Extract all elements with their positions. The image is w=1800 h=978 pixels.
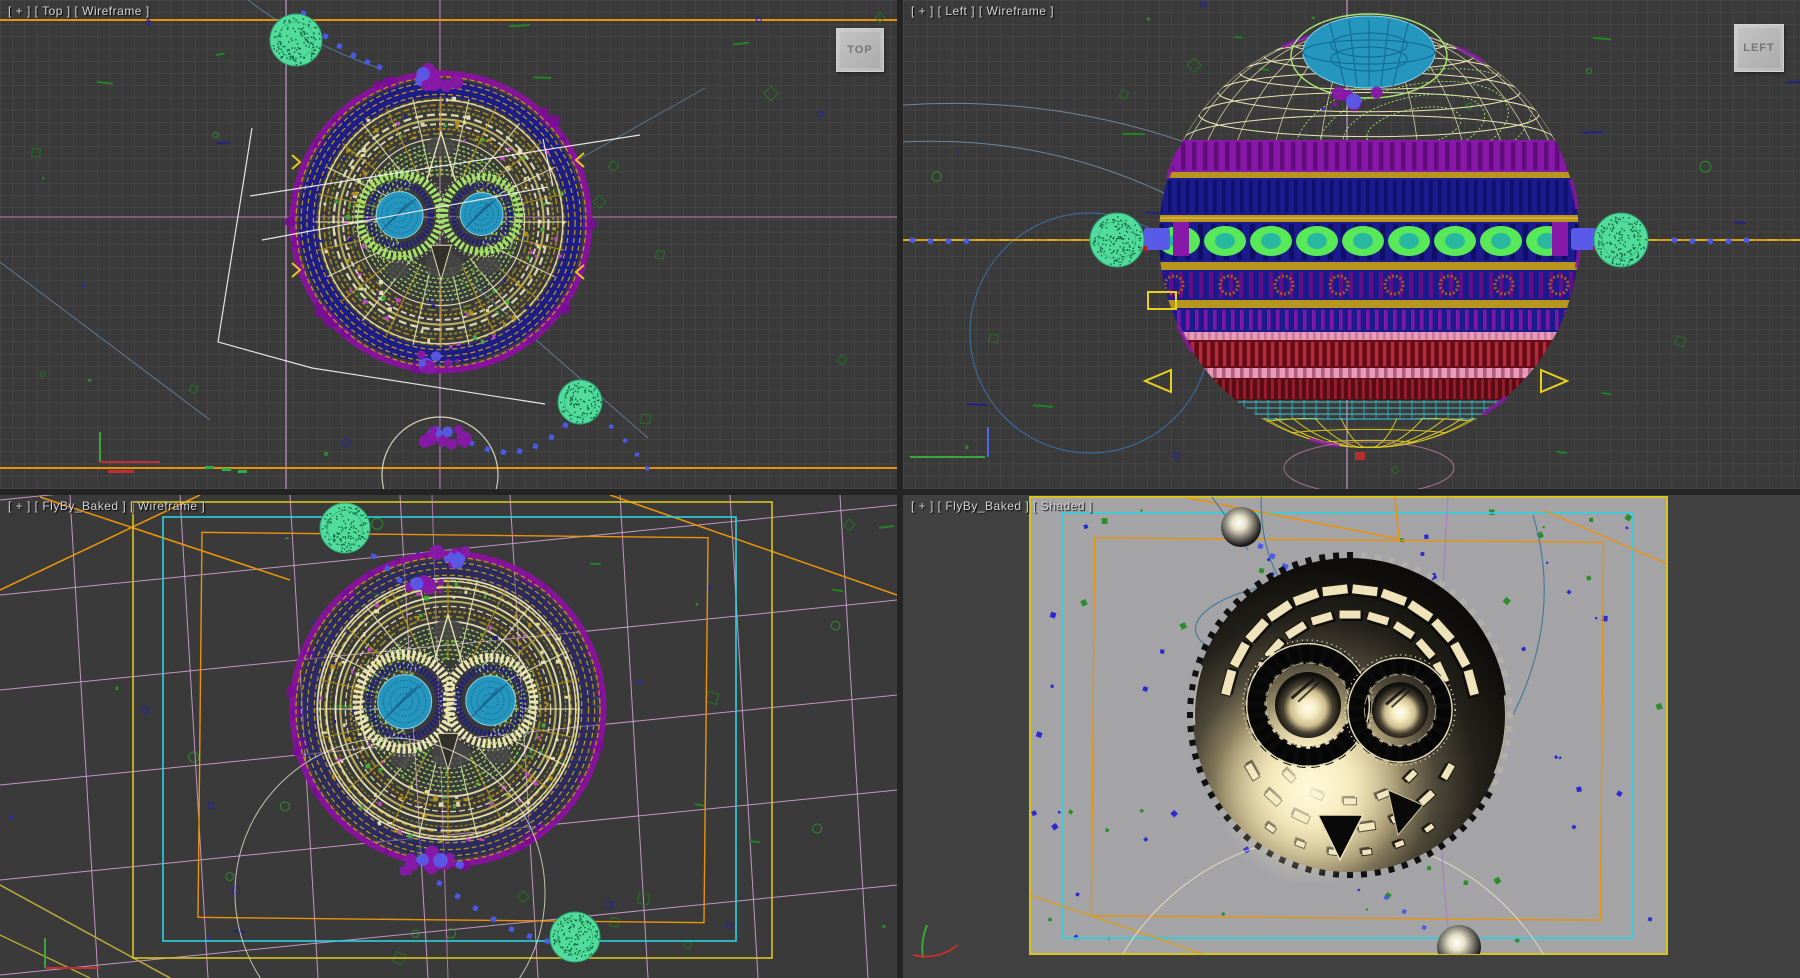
viewport-label-flyby-wire[interactable]: [ + ] [ FlyBy_Baked ] [ Wireframe ] (8, 499, 205, 513)
viewport-canvas-top[interactable] (0, 0, 897, 489)
viewport-label-top[interactable]: [ + ] [ Top ] [ Wireframe ] (8, 4, 150, 18)
viewport-flyby-shaded[interactable]: [ + ] [ FlyBy_Baked ] [ Shaded ] (903, 495, 1800, 978)
viewcube-top[interactable]: TOP (836, 28, 884, 72)
viewport-label-flyby-shaded[interactable]: [ + ] [ FlyBy_Baked ] [ Shaded ] (911, 499, 1093, 513)
viewport-canvas-flyby-shaded[interactable] (903, 495, 1800, 978)
viewport-canvas-left[interactable] (903, 0, 1800, 489)
viewcube-left-label: LEFT (1743, 42, 1775, 54)
viewport-label-left[interactable]: [ + ] [ Left ] [ Wireframe ] (911, 4, 1054, 18)
viewcube-top-label: TOP (847, 44, 872, 56)
viewcube-left[interactable]: LEFT (1734, 24, 1784, 72)
viewport-quad-layout: [ + ] [ Top ] [ Wireframe ] TOP [ + ] [ … (0, 0, 1800, 978)
viewport-left-wireframe[interactable]: [ + ] [ Left ] [ Wireframe ] LEFT (903, 0, 1800, 489)
viewport-canvas-flyby-wire[interactable] (0, 495, 897, 978)
viewport-top-wireframe[interactable]: [ + ] [ Top ] [ Wireframe ] TOP (0, 0, 897, 489)
viewport-flyby-wireframe[interactable]: [ + ] [ FlyBy_Baked ] [ Wireframe ] (0, 495, 897, 978)
